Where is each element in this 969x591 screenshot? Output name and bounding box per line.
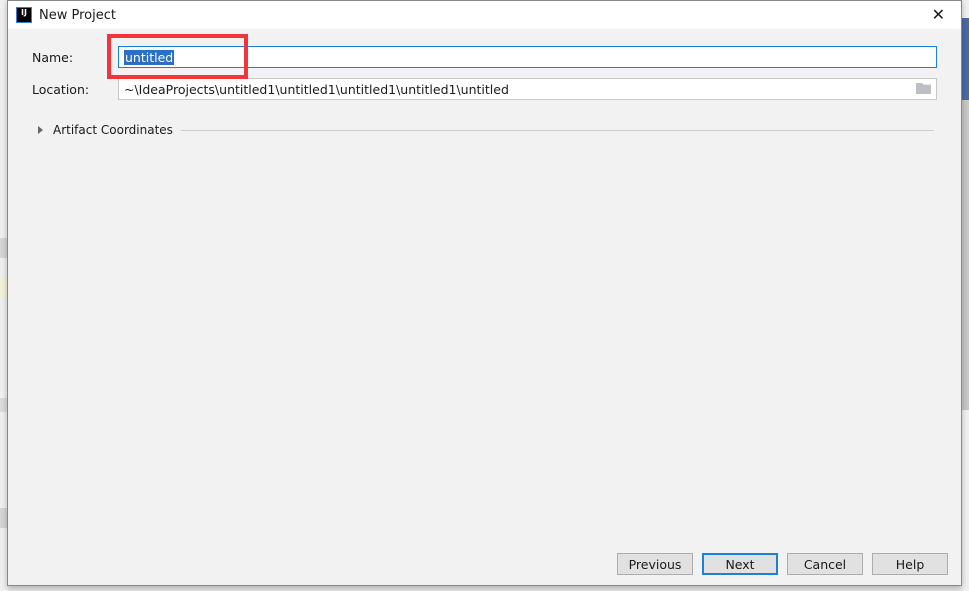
location-label: Location: — [32, 81, 90, 97]
artifact-coordinates-label: Artifact Coordinates — [53, 123, 173, 137]
expand-triangle-icon — [38, 126, 43, 134]
background-app-right — [962, 0, 969, 591]
intellij-logo-icon: IJ — [16, 7, 32, 23]
cancel-button[interactable]: Cancel — [787, 553, 863, 575]
previous-button[interactable]: Previous — [617, 553, 693, 575]
artifact-coordinates-toggle[interactable]: Artifact Coordinates — [38, 123, 934, 137]
title-bar: IJ New Project ✕ — [8, 1, 961, 29]
location-value: ~\IdeaProjects\untitled1\untitled1\untit… — [124, 81, 509, 97]
location-row: Location: ~\IdeaProjects\untitled1\untit… — [32, 78, 937, 100]
new-project-dialog: IJ New Project ✕ Name: untitled Location… — [7, 0, 962, 586]
name-label: Name: — [32, 49, 74, 65]
help-button[interactable]: Help — [872, 553, 948, 575]
location-input[interactable]: ~\IdeaProjects\untitled1\untitled1\untit… — [118, 78, 937, 100]
browse-folder-icon[interactable] — [916, 83, 931, 94]
dialog-title: New Project — [39, 7, 116, 23]
close-icon[interactable]: ✕ — [932, 5, 945, 24]
red-highlight-box — [107, 34, 248, 79]
next-button[interactable]: Next — [702, 553, 778, 575]
separator — [180, 129, 934, 131]
